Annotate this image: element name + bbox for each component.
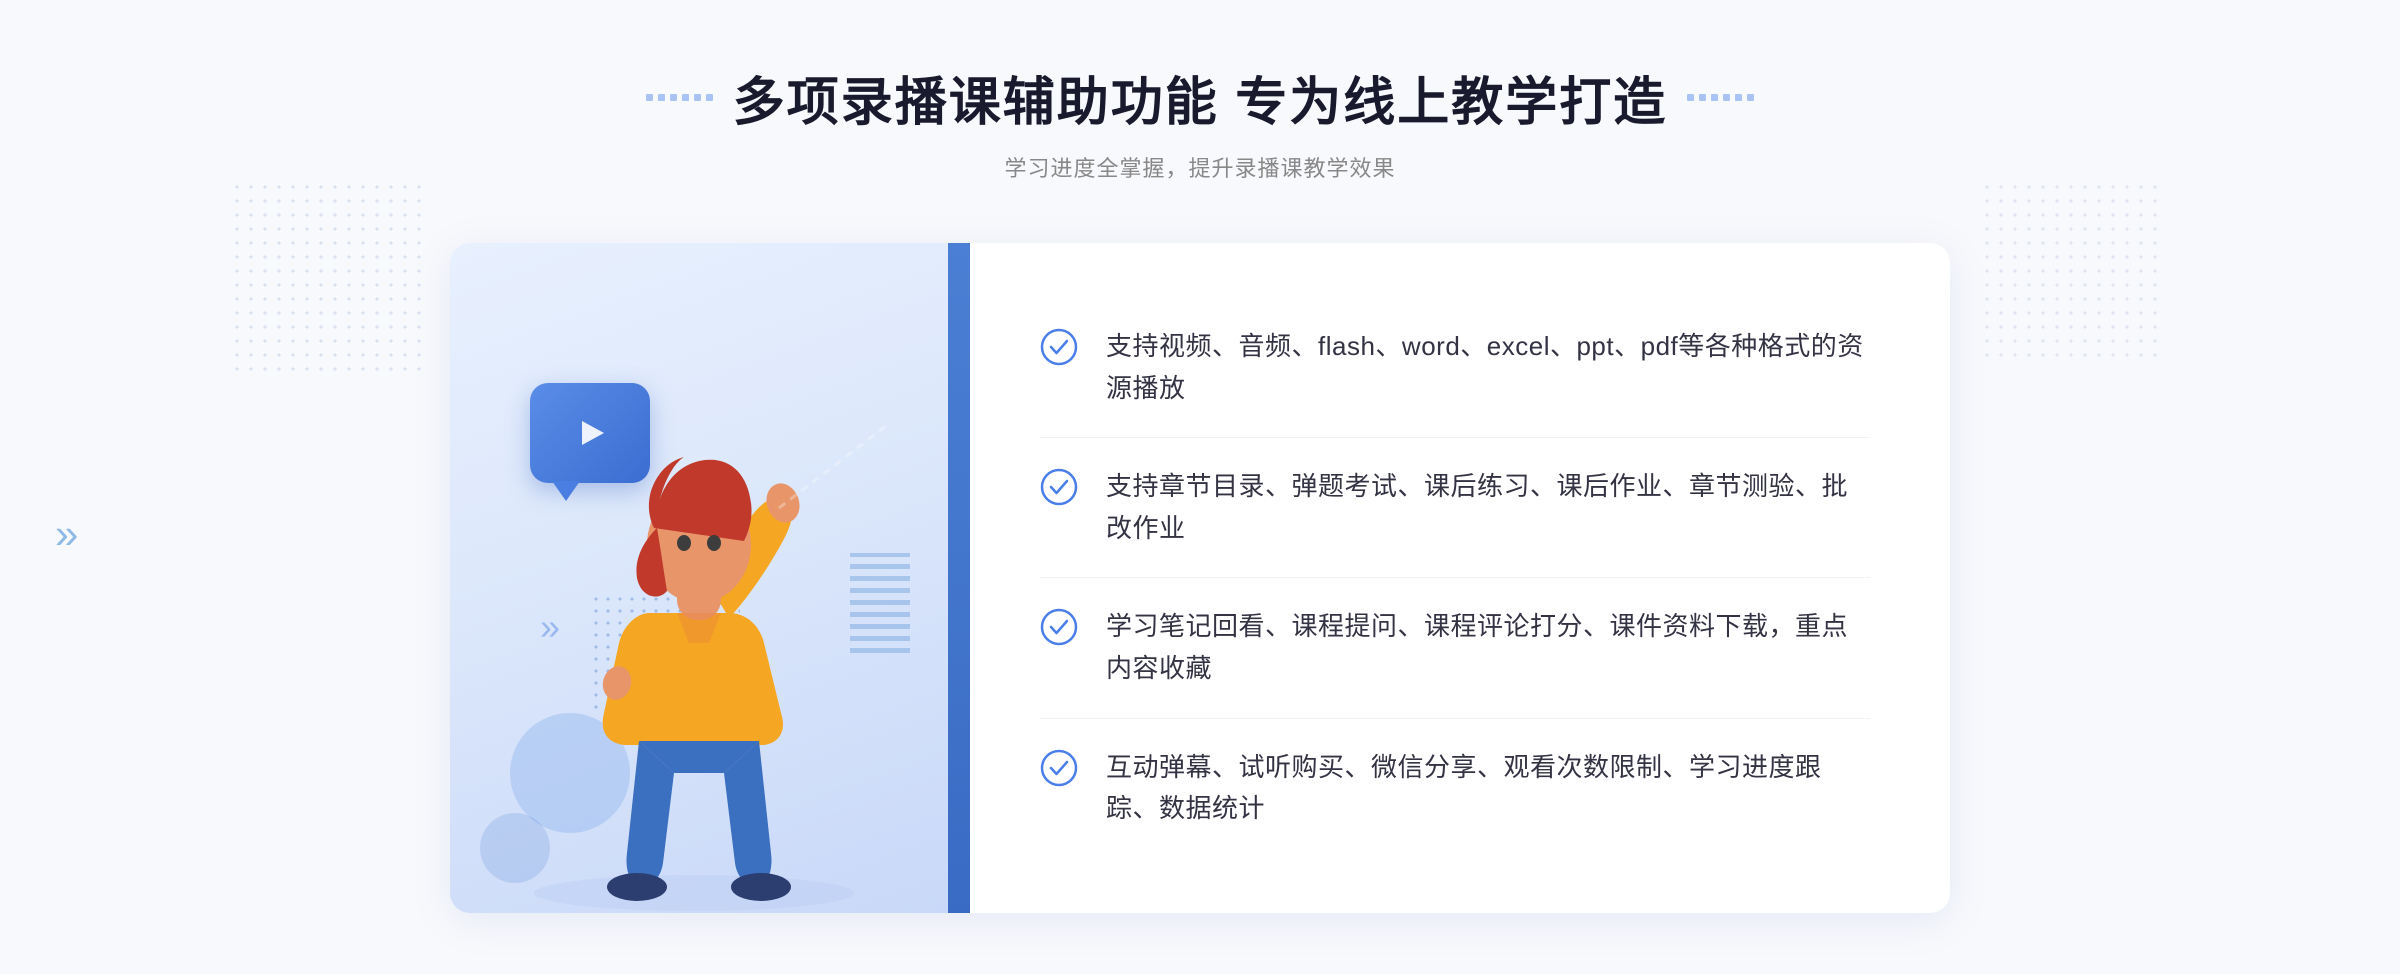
arrows-left-decoration: » [55, 510, 78, 558]
check-circle-icon-2 [1040, 468, 1078, 506]
check-circle-icon-3 [1040, 608, 1078, 646]
feature-item-2: 支持章节目录、弹题考试、课后练习、课后作业、章节测验、批改作业 [1040, 438, 1870, 578]
main-title: 多项录播课辅助功能 专为线上教学打造 [733, 60, 1667, 135]
content-area: « [450, 243, 1950, 913]
person-illustration [509, 373, 889, 913]
illustration-area: « [450, 243, 970, 913]
feature-text-1: 支持视频、音频、flash、word、excel、ppt、pdf等各种格式的资源… [1106, 326, 1870, 409]
feature-item-1: 支持视频、音频、flash、word、excel、ppt、pdf等各种格式的资源… [1040, 298, 1870, 438]
blue-accent-bar [948, 243, 970, 913]
decorator-dots-right [1687, 94, 1754, 101]
header-decorators: 多项录播课辅助功能 专为线上教学打造 [646, 60, 1754, 135]
check-circle-icon-4 [1040, 749, 1078, 787]
feature-item-4: 互动弹幕、试听购买、微信分享、观看次数限制、学习进度跟踪、数据统计 [1040, 719, 1870, 858]
page-container: » 多项录播课辅助功能 专为线上教学打造 学习进度全掌握，提升录播课教学效果 [0, 0, 2400, 974]
feature-text-3: 学习笔记回看、课程提问、课程评论打分、课件资料下载，重点内容收藏 [1106, 606, 1870, 689]
feature-item-3: 学习笔记回看、课程提问、课程评论打分、课件资料下载，重点内容收藏 [1040, 578, 1870, 718]
features-area: 支持视频、音频、flash、word、excel、ppt、pdf等各种格式的资源… [970, 243, 1950, 913]
dots-bg-right [1980, 180, 2160, 360]
feature-text-4: 互动弹幕、试听购买、微信分享、观看次数限制、学习进度跟踪、数据统计 [1106, 747, 1870, 830]
dots-bg-left [230, 180, 430, 380]
check-circle-icon-1 [1040, 328, 1078, 366]
feature-text-2: 支持章节目录、弹题考试、课后练习、课后作业、章节测验、批改作业 [1106, 466, 1870, 549]
sub-title: 学习进度全掌握，提升录播课教学效果 [646, 151, 1754, 183]
header-section: 多项录播课辅助功能 专为线上教学打造 学习进度全掌握，提升录播课教学效果 [646, 60, 1754, 183]
decorator-dots-left [646, 94, 713, 101]
illustration-svg-container [450, 353, 948, 913]
